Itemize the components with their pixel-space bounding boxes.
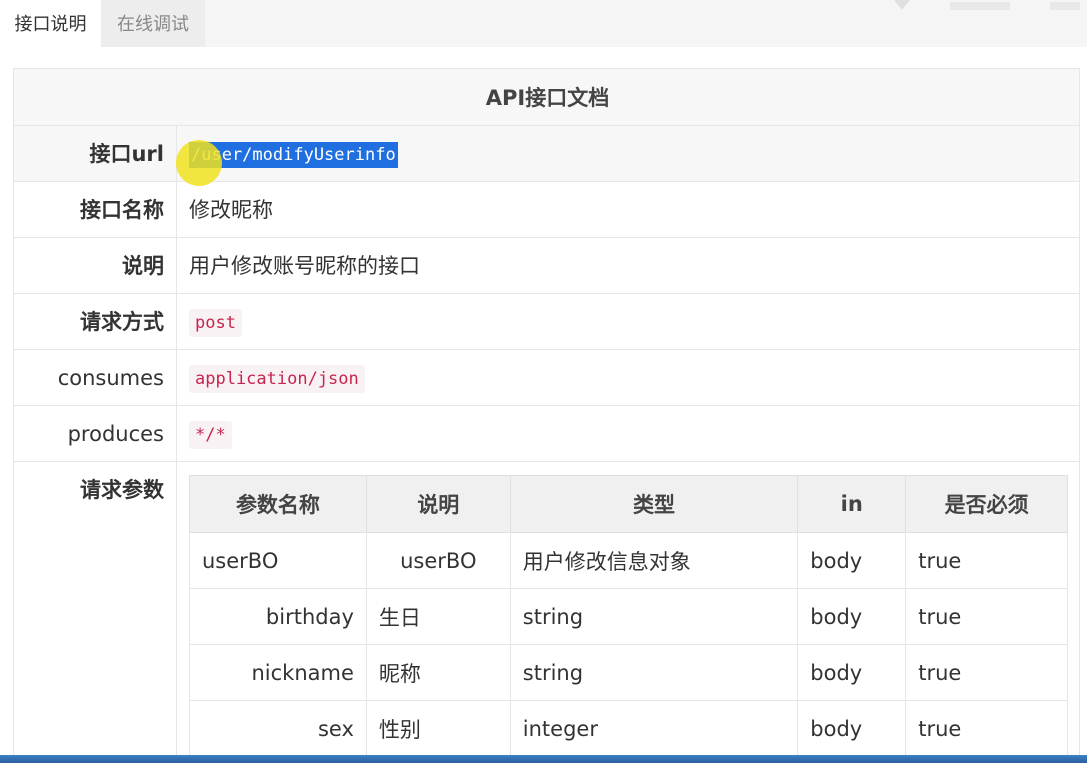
param-in: body <box>797 700 907 757</box>
method-value: post <box>189 294 242 349</box>
row-description: 说明 用户修改账号昵称的接口 <box>14 238 1079 294</box>
name-label: 接口名称 <box>14 182 177 237</box>
consumes-value: application/json <box>189 350 365 405</box>
table-row: nickname 昵称 string body true <box>189 644 1068 701</box>
request-params-label: 请求参数 <box>14 462 177 759</box>
mouse-cursor-highlight <box>176 140 222 186</box>
params-table: 参数名称 说明 类型 in 是否必须 userBO userBO 用户修改信息对… <box>189 475 1068 757</box>
param-desc: 性别 <box>365 700 511 757</box>
consumes-code: application/json <box>189 365 365 393</box>
row-method: 请求方式 post <box>14 294 1079 350</box>
param-required: true <box>905 588 1068 645</box>
header-type: 类型 <box>509 475 799 533</box>
header-required: 是否必须 <box>905 475 1068 533</box>
param-type: string <box>509 644 799 701</box>
param-desc: 昵称 <box>365 644 511 701</box>
produces-label: produces <box>14 406 177 461</box>
header-description: 说明 <box>365 475 511 533</box>
param-required: true <box>905 532 1068 589</box>
tab-online-debug[interactable]: 在线调试 <box>101 0 205 47</box>
param-name: nickname <box>189 644 367 701</box>
param-name: userBO <box>189 532 367 589</box>
params-header-row: 参数名称 说明 类型 in 是否必须 <box>189 475 1068 533</box>
param-in: body <box>797 532 907 589</box>
produces-code: */* <box>189 421 232 449</box>
doc-title: API接口文档 <box>14 69 1079 126</box>
row-produces: produces */* <box>14 406 1079 462</box>
method-label: 请求方式 <box>14 294 177 349</box>
row-name: 接口名称 修改昵称 <box>14 182 1079 238</box>
row-url: 接口url /user/modifyUserinfo <box>14 126 1079 182</box>
param-type: integer <box>509 700 799 757</box>
watermark-logo-icon <box>894 0 1080 10</box>
param-desc: 生日 <box>365 588 511 645</box>
description-value: 用户修改账号昵称的接口 <box>189 254 420 278</box>
row-consumes: consumes application/json <box>14 350 1079 406</box>
param-type: string <box>509 588 799 645</box>
param-required: true <box>905 644 1068 701</box>
param-desc: userBO <box>365 532 511 589</box>
os-taskbar[interactable] <box>0 755 1087 763</box>
consumes-label: consumes <box>14 350 177 405</box>
table-row: userBO userBO 用户修改信息对象 body true <box>189 532 1068 589</box>
param-required: true <box>905 700 1068 757</box>
param-name: sex <box>189 700 367 757</box>
header-in: in <box>797 475 907 533</box>
method-code: post <box>189 309 242 337</box>
param-type: 用户修改信息对象 <box>509 532 799 589</box>
param-in: body <box>797 644 907 701</box>
tab-bar: 接口说明 在线调试 <box>0 0 1087 47</box>
description-label: 说明 <box>14 238 177 293</box>
table-row: sex 性别 integer body true <box>189 700 1068 757</box>
param-name: birthday <box>189 588 367 645</box>
request-params-section: 请求参数 参数名称 说明 类型 in 是否必须 userBO userBO 用户… <box>14 462 1079 759</box>
name-value: 修改昵称 <box>189 198 273 222</box>
url-label: 接口url <box>14 126 177 181</box>
param-in: body <box>797 588 907 645</box>
produces-value: */* <box>189 406 232 461</box>
table-row: birthday 生日 string body true <box>189 588 1068 645</box>
api-doc-panel: API接口文档 接口url /user/modifyUserinfo 接口名称 … <box>13 68 1080 760</box>
tab-api-description[interactable]: 接口说明 <box>0 0 101 47</box>
header-param-name: 参数名称 <box>189 475 367 533</box>
